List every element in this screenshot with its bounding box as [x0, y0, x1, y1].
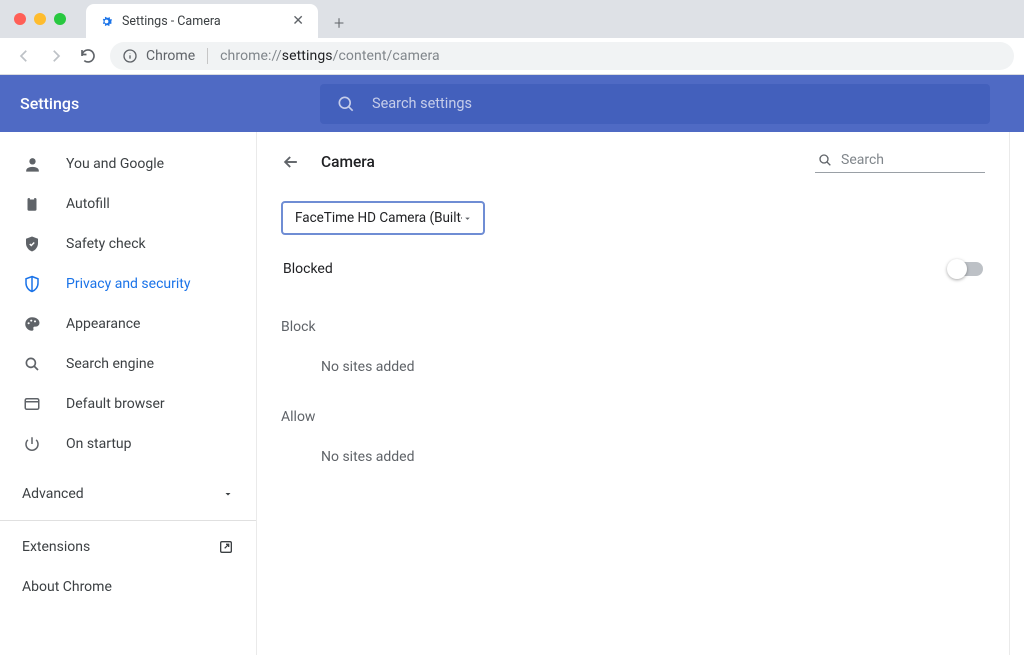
power-icon	[22, 435, 42, 453]
clipboard-icon	[22, 195, 42, 213]
url-host: settings	[282, 48, 333, 64]
sidebar-item-appearance[interactable]: Appearance	[0, 304, 256, 344]
forward-button[interactable]	[42, 42, 70, 70]
page-title: Camera	[321, 153, 795, 171]
page-search-input[interactable]	[841, 152, 983, 168]
page-header: Camera	[257, 132, 1009, 181]
url-path: /content/camera	[333, 48, 440, 64]
sidebar-item-search-engine[interactable]: Search engine	[0, 344, 256, 384]
url-separator	[207, 48, 208, 64]
blocked-toggle[interactable]	[949, 262, 983, 276]
sidebar-item-label: You and Google	[66, 156, 164, 172]
tab-strip: Settings - Camera ✕ +	[86, 0, 348, 38]
sidebar-item-label: Privacy and security	[66, 276, 190, 292]
extensions-label: Extensions	[22, 539, 90, 555]
dropdown-value: FaceTime HD Camera (Built-in)	[295, 210, 462, 226]
window-titlebar: Settings - Camera ✕ +	[0, 0, 1024, 38]
block-empty-text: No sites added	[321, 359, 985, 375]
sidebar-item-label: Safety check	[66, 236, 146, 252]
sidebar-item-label: Search engine	[66, 356, 154, 372]
chevron-down-icon	[462, 213, 473, 224]
reload-button[interactable]	[74, 42, 102, 70]
settings-brand: Settings	[20, 94, 320, 113]
shield-icon	[22, 275, 42, 293]
new-tab-button[interactable]: +	[330, 9, 348, 38]
blocked-label: Blocked	[283, 261, 333, 277]
allow-section-title: Allow	[281, 409, 985, 425]
sidebar-item-on-startup[interactable]: On startup	[0, 424, 256, 464]
window-controls	[0, 13, 66, 25]
sidebar-item-autofill[interactable]: Autofill	[0, 184, 256, 224]
browser-icon	[22, 395, 42, 413]
chevron-down-icon	[222, 488, 234, 500]
settings-search-input[interactable]	[372, 95, 974, 112]
sidebar-item-label: Default browser	[66, 396, 165, 412]
back-button[interactable]	[10, 42, 38, 70]
settings-header: Settings	[0, 75, 1024, 132]
content-area: FaceTime HD Camera (Built-in) Blocked Bl…	[257, 181, 1009, 465]
page-search[interactable]	[815, 150, 985, 173]
address-bar[interactable]: Chrome chrome://settings/content/camera	[110, 42, 1014, 70]
search-icon	[336, 94, 356, 114]
sidebar: You and Google Autofill Safety check Pri…	[0, 132, 256, 655]
about-label: About Chrome	[22, 579, 112, 595]
back-arrow-icon[interactable]	[281, 152, 301, 172]
toggle-knob	[947, 259, 967, 279]
gear-icon	[98, 13, 114, 29]
shield-check-icon	[22, 235, 42, 253]
sidebar-item-label: Autofill	[66, 196, 110, 212]
url-text: chrome://settings/content/camera	[220, 48, 440, 64]
sidebar-divider	[0, 520, 256, 521]
sidebar-about-chrome[interactable]: About Chrome	[0, 567, 256, 607]
sidebar-item-default-browser[interactable]: Default browser	[0, 384, 256, 424]
camera-device-dropdown[interactable]: FaceTime HD Camera (Built-in)	[281, 201, 485, 235]
site-info-icon[interactable]	[122, 48, 138, 64]
allow-empty-text: No sites added	[321, 449, 985, 465]
main-content: Camera FaceTime HD Camera (Built-in) Blo…	[256, 132, 1010, 655]
sidebar-item-safety-check[interactable]: Safety check	[0, 224, 256, 264]
sidebar-item-privacy-and-security[interactable]: Privacy and security	[0, 264, 256, 304]
external-link-icon	[218, 539, 234, 555]
settings-search[interactable]	[320, 84, 990, 124]
close-window-button[interactable]	[14, 13, 26, 25]
minimize-window-button[interactable]	[34, 13, 46, 25]
sidebar-item-label: On startup	[66, 436, 132, 452]
block-section-title: Block	[281, 319, 985, 335]
sidebar-extensions[interactable]: Extensions	[0, 527, 256, 567]
browser-tab[interactable]: Settings - Camera ✕	[86, 4, 318, 38]
blocked-row: Blocked	[281, 235, 985, 285]
sidebar-advanced[interactable]: Advanced	[0, 474, 256, 514]
sidebar-item-you-and-google[interactable]: You and Google	[0, 144, 256, 184]
search-icon	[817, 152, 833, 168]
url-prefix: chrome://	[220, 48, 282, 64]
tab-title: Settings - Camera	[122, 14, 282, 29]
url-scheme-label: Chrome	[146, 48, 195, 64]
sidebar-item-label: Appearance	[66, 316, 140, 332]
close-tab-icon[interactable]: ✕	[290, 12, 306, 30]
maximize-window-button[interactable]	[54, 13, 66, 25]
search-icon	[22, 355, 42, 373]
settings-app: Settings You and Google Autofill Safety …	[0, 75, 1024, 655]
person-icon	[22, 155, 42, 174]
settings-body: You and Google Autofill Safety check Pri…	[0, 132, 1024, 655]
advanced-label: Advanced	[22, 486, 84, 502]
browser-toolbar: Chrome chrome://settings/content/camera	[0, 38, 1024, 75]
palette-icon	[22, 315, 42, 333]
